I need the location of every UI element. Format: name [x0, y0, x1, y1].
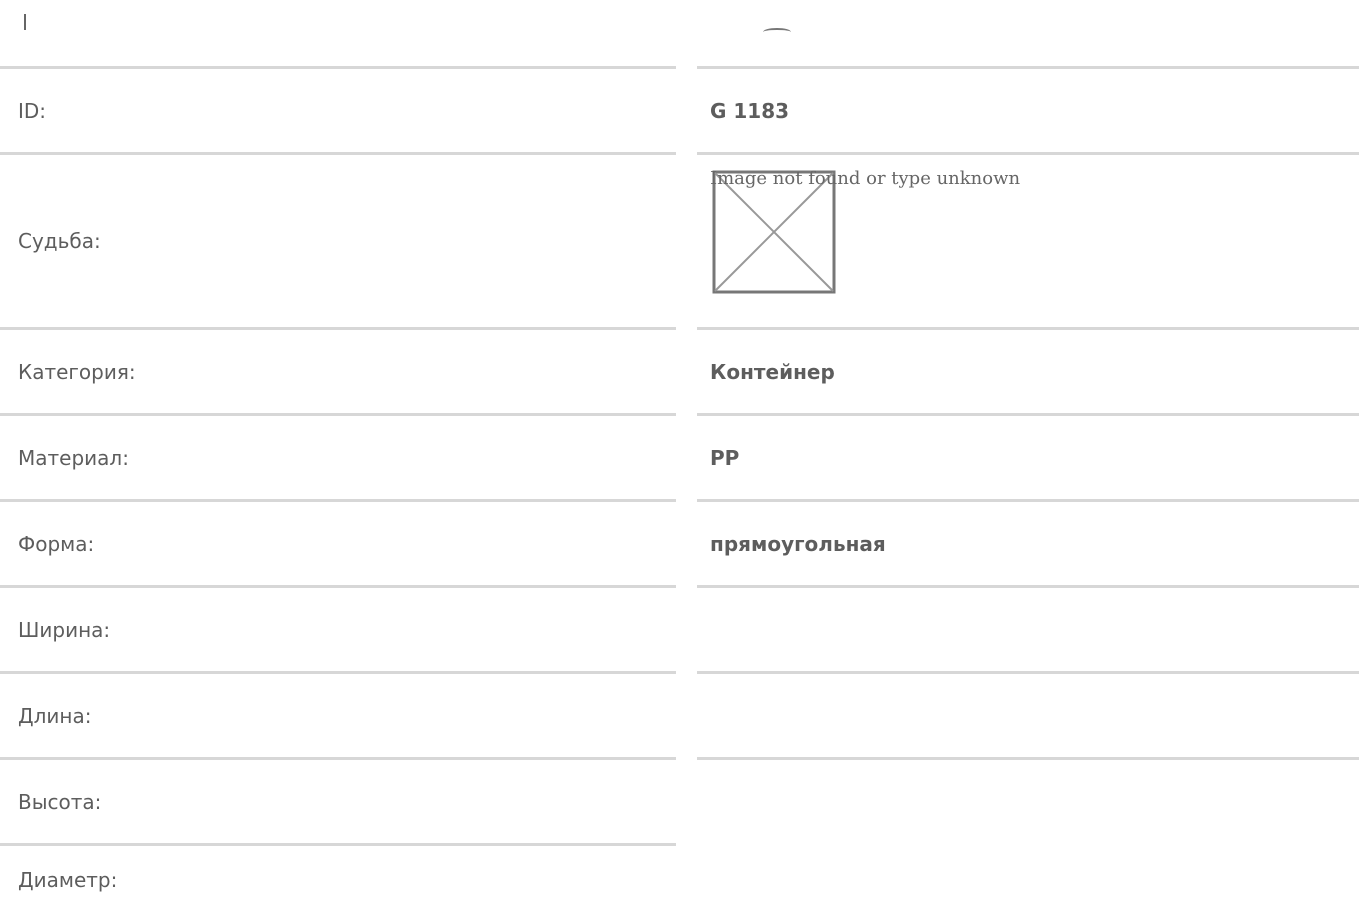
label-width: Ширина:: [0, 585, 676, 671]
row-height: Высота:: [0, 757, 1359, 843]
row-category: Категория: Контейнер: [0, 327, 1359, 413]
value-fate: Image not found or type unknown: [697, 152, 1359, 327]
row-length: Длина:: [0, 671, 1359, 757]
label-id: ID:: [0, 66, 676, 152]
value-height: [697, 757, 1359, 843]
label-material: Материал:: [0, 413, 676, 499]
properties-table: ID: G 1183 Судьба: Image not found or ty…: [0, 66, 1359, 897]
label-length: Длина:: [0, 671, 676, 757]
row-diameter: Диаметр:: [0, 843, 1359, 897]
row-fate: Судьба: Image not found or type unknown: [0, 152, 1359, 327]
page: ID: G 1183 Судьба: Image not found or ty…: [0, 0, 1359, 897]
value-material: PP: [697, 413, 1359, 499]
value-width: [697, 585, 1359, 671]
value-diameter: [697, 843, 1359, 897]
partial-image-edge: [763, 28, 791, 36]
value-category: Контейнер: [697, 327, 1359, 413]
label-fate: Судьба:: [0, 152, 676, 327]
label-category: Категория:: [0, 327, 676, 413]
label-height: Высота:: [0, 757, 676, 843]
label-diameter: Диаметр:: [0, 843, 676, 897]
label-shape: Форма:: [0, 499, 676, 585]
value-id: G 1183: [697, 66, 1359, 152]
row-shape: Форма: прямоугольная: [0, 499, 1359, 585]
value-shape: прямоугольная: [697, 499, 1359, 585]
text-cursor-mark: [24, 14, 26, 30]
value-length: [697, 671, 1359, 757]
row-material: Материал: PP: [0, 413, 1359, 499]
row-id: ID: G 1183: [0, 66, 1359, 152]
broken-image-text: Image not found or type unknown: [710, 168, 1021, 189]
row-width: Ширина:: [0, 585, 1359, 671]
